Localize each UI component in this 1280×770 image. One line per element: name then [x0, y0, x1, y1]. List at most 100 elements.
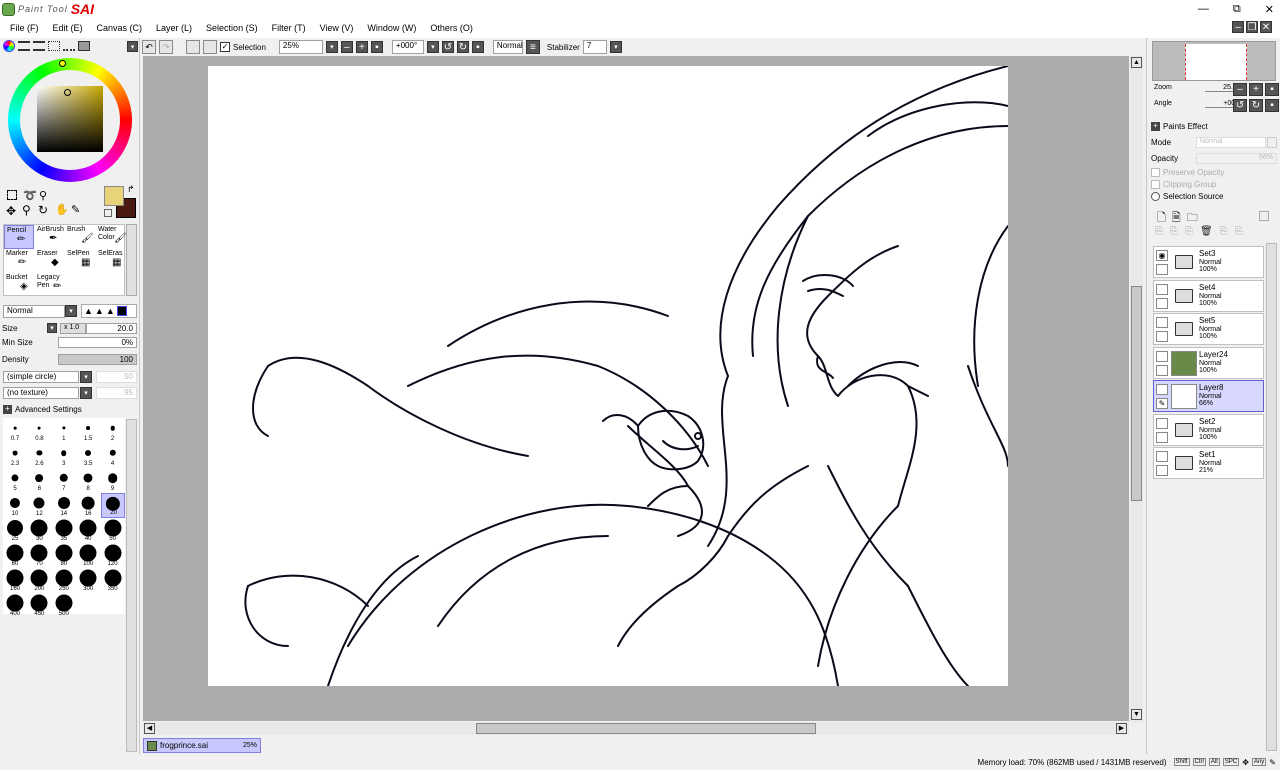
- menu-layer[interactable]: Layer (L): [156, 23, 192, 33]
- brush-size-0.8[interactable]: 0.8: [27, 418, 51, 443]
- flip-button[interactable]: ≡: [525, 40, 540, 54]
- brush-shape-select[interactable]: (simple circle): [3, 371, 79, 383]
- brush-size-20[interactable]: 20: [100, 493, 125, 518]
- brush-size-60[interactable]: 60: [3, 543, 27, 568]
- doc-minimize-button[interactable]: –: [1232, 21, 1244, 33]
- brush-size-70[interactable]: 70: [27, 543, 51, 568]
- nav-rotate-right-button[interactable]: ↻: [1249, 99, 1263, 112]
- visibility-toggle-icon[interactable]: [1156, 283, 1168, 295]
- tool-bucket[interactable]: Bucket ◈: [4, 273, 34, 297]
- eyedropper-icon[interactable]: ✎: [71, 203, 80, 216]
- brush-size-2.3[interactable]: 2.3: [3, 443, 27, 468]
- selection-source-checkbox[interactable]: [1151, 192, 1160, 201]
- scroll-down-icon[interactable]: ▼: [1131, 709, 1142, 720]
- rotate-icon[interactable]: ↻: [38, 203, 48, 217]
- menu-selection[interactable]: Selection (S): [206, 23, 258, 33]
- rotate-reset-button[interactable]: ▪: [471, 41, 484, 53]
- brush-size-30[interactable]: 30: [27, 518, 51, 543]
- advanced-settings-toggle[interactable]: + Advanced Settings: [3, 405, 82, 414]
- lock-toggle-icon[interactable]: [1156, 297, 1168, 309]
- angle-field[interactable]: +000°: [391, 40, 424, 54]
- tip-shape-2-icon[interactable]: ▲: [95, 306, 104, 316]
- swap-colors-icon[interactable]: ↱: [127, 184, 135, 195]
- tip-shape-1-icon[interactable]: ▲: [84, 306, 93, 316]
- restore-button[interactable]: ⧉: [1233, 3, 1241, 16]
- brush-size-120[interactable]: 120: [101, 543, 125, 568]
- hand-icon[interactable]: ✋: [55, 203, 69, 216]
- doc-restore-button[interactable]: ❐: [1246, 21, 1258, 33]
- brush-size-1.5[interactable]: 1.5: [76, 418, 100, 443]
- menu-filter[interactable]: Filter (T): [272, 23, 306, 33]
- scroll-left-icon[interactable]: ◀: [144, 723, 155, 734]
- color-wheel-tab-icon[interactable]: [3, 40, 15, 52]
- layer-row-set4[interactable]: Set4 Normal 100%: [1153, 279, 1264, 312]
- brush-size-4[interactable]: 4: [101, 443, 125, 468]
- scroll-right-icon[interactable]: ▶: [1116, 723, 1127, 734]
- tip-shape-3-icon[interactable]: ▲: [106, 306, 115, 316]
- minimize-button[interactable]: —: [1198, 3, 1209, 15]
- brush-size-0.7[interactable]: 0.7: [3, 418, 27, 443]
- flatten-icon[interactable]: ⎘: [1235, 226, 1243, 237]
- layer-opacity-slider[interactable]: 66%: [1196, 153, 1277, 164]
- visibility-toggle-icon[interactable]: [1156, 350, 1168, 362]
- panel-menu-button[interactable]: ▾: [127, 41, 138, 52]
- drawing-canvas[interactable]: [208, 66, 1008, 686]
- hsv-slider-tab-icon[interactable]: [33, 41, 45, 51]
- move-icon[interactable]: ✥: [6, 204, 16, 218]
- menu-others[interactable]: Others (O): [430, 23, 473, 33]
- brush-size-2[interactable]: 2: [101, 418, 125, 443]
- undo-button[interactable]: ↶: [142, 40, 156, 54]
- nav-rotate-left-button[interactable]: ↺: [1233, 99, 1247, 112]
- brush-size-25[interactable]: 25: [3, 518, 27, 543]
- layer-mode-dropdown-icon[interactable]: [1267, 137, 1277, 148]
- zoom-dropdown-icon[interactable]: ▾: [325, 41, 338, 53]
- brush-size-50[interactable]: 50: [101, 518, 125, 543]
- brush-size-160[interactable]: 160: [3, 568, 27, 593]
- doc-close-button[interactable]: ✕: [1260, 21, 1272, 33]
- size-multiplier-field[interactable]: x 1.0: [60, 323, 86, 334]
- rotate-right-button[interactable]: ↻: [456, 41, 469, 53]
- brush-shape-strength[interactable]: 50: [96, 371, 137, 383]
- min-size-field[interactable]: 0%: [58, 337, 137, 348]
- transfer-down-icon[interactable]: ⎘: [1155, 226, 1163, 237]
- tool-pencil[interactable]: Pencil ✏: [4, 225, 34, 249]
- layer-row-layer8[interactable]: ✎ Layer8 Normal 66%: [1153, 380, 1264, 412]
- pen-edit-icon[interactable]: ✎: [1156, 398, 1168, 409]
- stabilizer-dropdown-icon[interactable]: ▾: [609, 41, 622, 53]
- tool-airbrush[interactable]: AirBrush ✒: [35, 225, 65, 249]
- tool-grid-scrollbar[interactable]: [126, 224, 137, 296]
- lock-toggle-icon[interactable]: [1156, 364, 1168, 376]
- tool-marker[interactable]: Marker ✏: [4, 249, 34, 273]
- merge-down-icon[interactable]: ⎘: [1170, 226, 1178, 237]
- deselect-button[interactable]: [186, 40, 200, 54]
- preserve-opacity-checkbox[interactable]: [1151, 168, 1160, 177]
- selection-checkbox[interactable]: ✓: [220, 42, 230, 52]
- visibility-toggle-icon[interactable]: ◉: [1156, 250, 1168, 261]
- brush-size-350[interactable]: 350: [101, 568, 125, 593]
- lasso-icon[interactable]: ➰: [23, 189, 37, 202]
- brush-size-8[interactable]: 8: [76, 468, 100, 493]
- brush-grid-scrollbar[interactable]: [126, 419, 137, 752]
- magic-wand-icon[interactable]: ⚲: [39, 189, 47, 202]
- nav-rotate-reset-button[interactable]: ▪: [1265, 99, 1279, 112]
- brush-size-250[interactable]: 250: [52, 568, 76, 593]
- horizontal-scroll-thumb[interactable]: [476, 723, 816, 734]
- layer-panel-option-icon[interactable]: [1259, 211, 1269, 221]
- lock-toggle-icon[interactable]: [1156, 331, 1168, 342]
- brush-size-40[interactable]: 40: [76, 518, 100, 543]
- brush-size-100[interactable]: 100: [76, 543, 100, 568]
- primary-color-swatch[interactable]: [104, 186, 124, 206]
- brush-size-7[interactable]: 7: [52, 468, 76, 493]
- redo-button[interactable]: ↷: [159, 40, 173, 54]
- tool-selpen[interactable]: SelPen ▦: [65, 249, 95, 273]
- lock-toggle-icon[interactable]: [1156, 465, 1168, 476]
- brush-size-500[interactable]: 500: [52, 593, 76, 618]
- tool-brush[interactable]: Brush 🖌: [65, 225, 95, 249]
- layer-row-layer24[interactable]: Layer24 Normal 100%: [1153, 346, 1264, 379]
- menu-window[interactable]: Window (W): [367, 23, 416, 33]
- reset-colors-icon[interactable]: [104, 209, 112, 217]
- document-tab[interactable]: frogprince.sai 25%: [143, 738, 261, 753]
- brush-texture-dropdown-icon[interactable]: ▾: [80, 387, 92, 399]
- nav-zoom-reset-button[interactable]: ▪: [1265, 83, 1279, 96]
- layer-row-set5[interactable]: Set5 Normal 100%: [1153, 313, 1264, 345]
